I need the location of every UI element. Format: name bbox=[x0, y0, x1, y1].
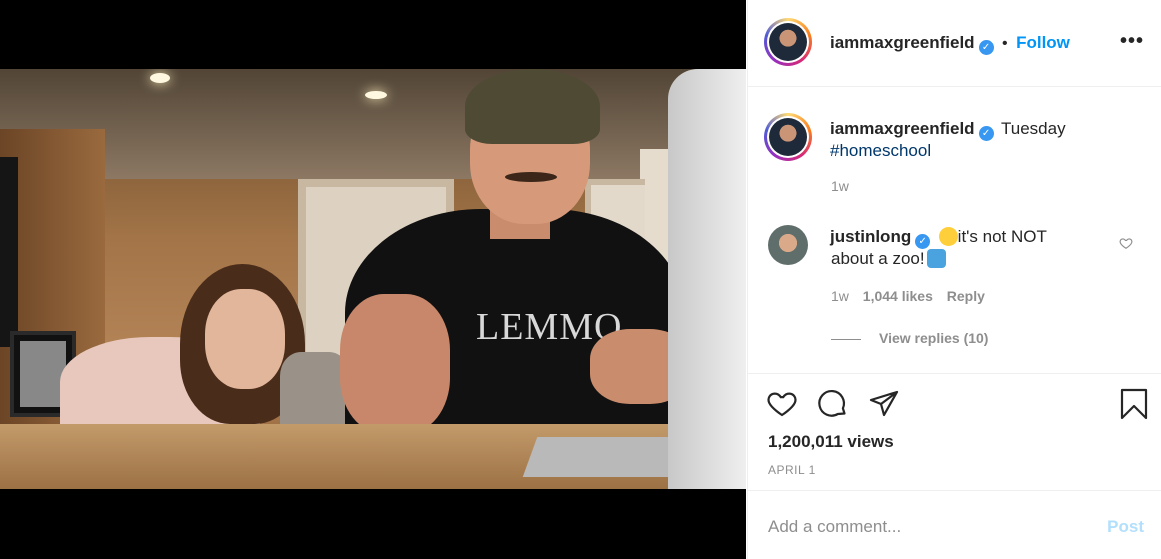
view-count[interactable]: 1,200,011 views bbox=[768, 432, 894, 452]
video-scene-mustache bbox=[505, 172, 557, 182]
author-username[interactable]: iammaxgreenfield bbox=[830, 33, 975, 52]
comment-reply-button[interactable]: Reply bbox=[947, 288, 985, 304]
grinning-sweat-emoji-icon bbox=[938, 227, 958, 246]
author-avatar[interactable] bbox=[764, 18, 812, 66]
person-shrugging-emoji-icon bbox=[926, 249, 946, 268]
share-icon[interactable] bbox=[868, 388, 900, 420]
heart-icon[interactable] bbox=[766, 388, 798, 420]
comment-likes[interactable]: 1,044 likes bbox=[863, 288, 933, 304]
view-replies[interactable]: View replies (10) bbox=[831, 330, 988, 346]
caption-age[interactable]: 1w bbox=[831, 178, 849, 194]
comment-line-2: about a zoo! bbox=[831, 249, 946, 269]
action-bar: 1,200,011 views APRIL 1 bbox=[748, 373, 1161, 490]
comment-line-1: justinlong ✓ it's not NOT bbox=[830, 227, 1047, 249]
video-scene-beanie bbox=[465, 69, 600, 144]
follow-button[interactable]: Follow bbox=[1016, 33, 1070, 52]
comment-bar: Add a comment... Post bbox=[748, 490, 1161, 559]
video-scene-monitor bbox=[0, 157, 18, 347]
video-scene-light bbox=[365, 91, 387, 99]
header-author-line: iammaxgreenfield ✓ • Follow bbox=[830, 33, 1070, 55]
comment-username[interactable]: justinlong bbox=[830, 227, 911, 246]
view-replies-label[interactable]: View replies (10) bbox=[879, 330, 988, 346]
replies-divider bbox=[831, 338, 861, 340]
comment-age[interactable]: 1w bbox=[831, 288, 849, 304]
caption-text: Tuesday bbox=[1001, 119, 1066, 138]
media-pane: LEMMO bbox=[0, 0, 746, 559]
video-scene-girl-face bbox=[205, 289, 285, 389]
header-separator: • bbox=[1002, 35, 1008, 52]
bookmark-icon[interactable] bbox=[1118, 388, 1150, 420]
small-heart-icon[interactable] bbox=[1119, 236, 1133, 250]
more-options-icon[interactable]: ••• bbox=[1120, 30, 1144, 53]
caption-author-avatar[interactable] bbox=[764, 113, 812, 161]
video-scene-man-arm bbox=[340, 294, 450, 434]
video-player[interactable]: LEMMO bbox=[0, 69, 746, 489]
commenter-avatar[interactable] bbox=[768, 225, 808, 265]
comment-text-part-2: about a zoo! bbox=[831, 249, 925, 268]
caption-line: iammaxgreenfield ✓ Tuesday bbox=[830, 119, 1066, 141]
verified-badge-icon: ✓ bbox=[978, 126, 994, 141]
video-scene-light bbox=[150, 73, 170, 83]
video-scene-laptop bbox=[668, 69, 746, 489]
post-date[interactable]: APRIL 1 bbox=[768, 463, 816, 477]
verified-badge-icon: ✓ bbox=[978, 40, 994, 55]
verified-badge-icon: ✓ bbox=[915, 234, 931, 249]
comment-input[interactable]: Add a comment... bbox=[768, 517, 901, 537]
comment-icon[interactable] bbox=[817, 388, 849, 420]
post-header: iammaxgreenfield ✓ • Follow ••• bbox=[748, 0, 1161, 87]
post-comment-button[interactable]: Post bbox=[1107, 517, 1144, 537]
caption-username[interactable]: iammaxgreenfield bbox=[830, 119, 975, 138]
comment-meta: 1w 1,044 likes Reply bbox=[831, 288, 985, 304]
caption-hashtag[interactable]: #homeschool bbox=[830, 141, 931, 161]
post-sidebar: iammaxgreenfield ✓ • Follow ••• iammaxgre… bbox=[747, 0, 1161, 559]
comment-text-part-1: it's not NOT bbox=[957, 227, 1047, 246]
video-scene-ceiling bbox=[0, 69, 746, 179]
